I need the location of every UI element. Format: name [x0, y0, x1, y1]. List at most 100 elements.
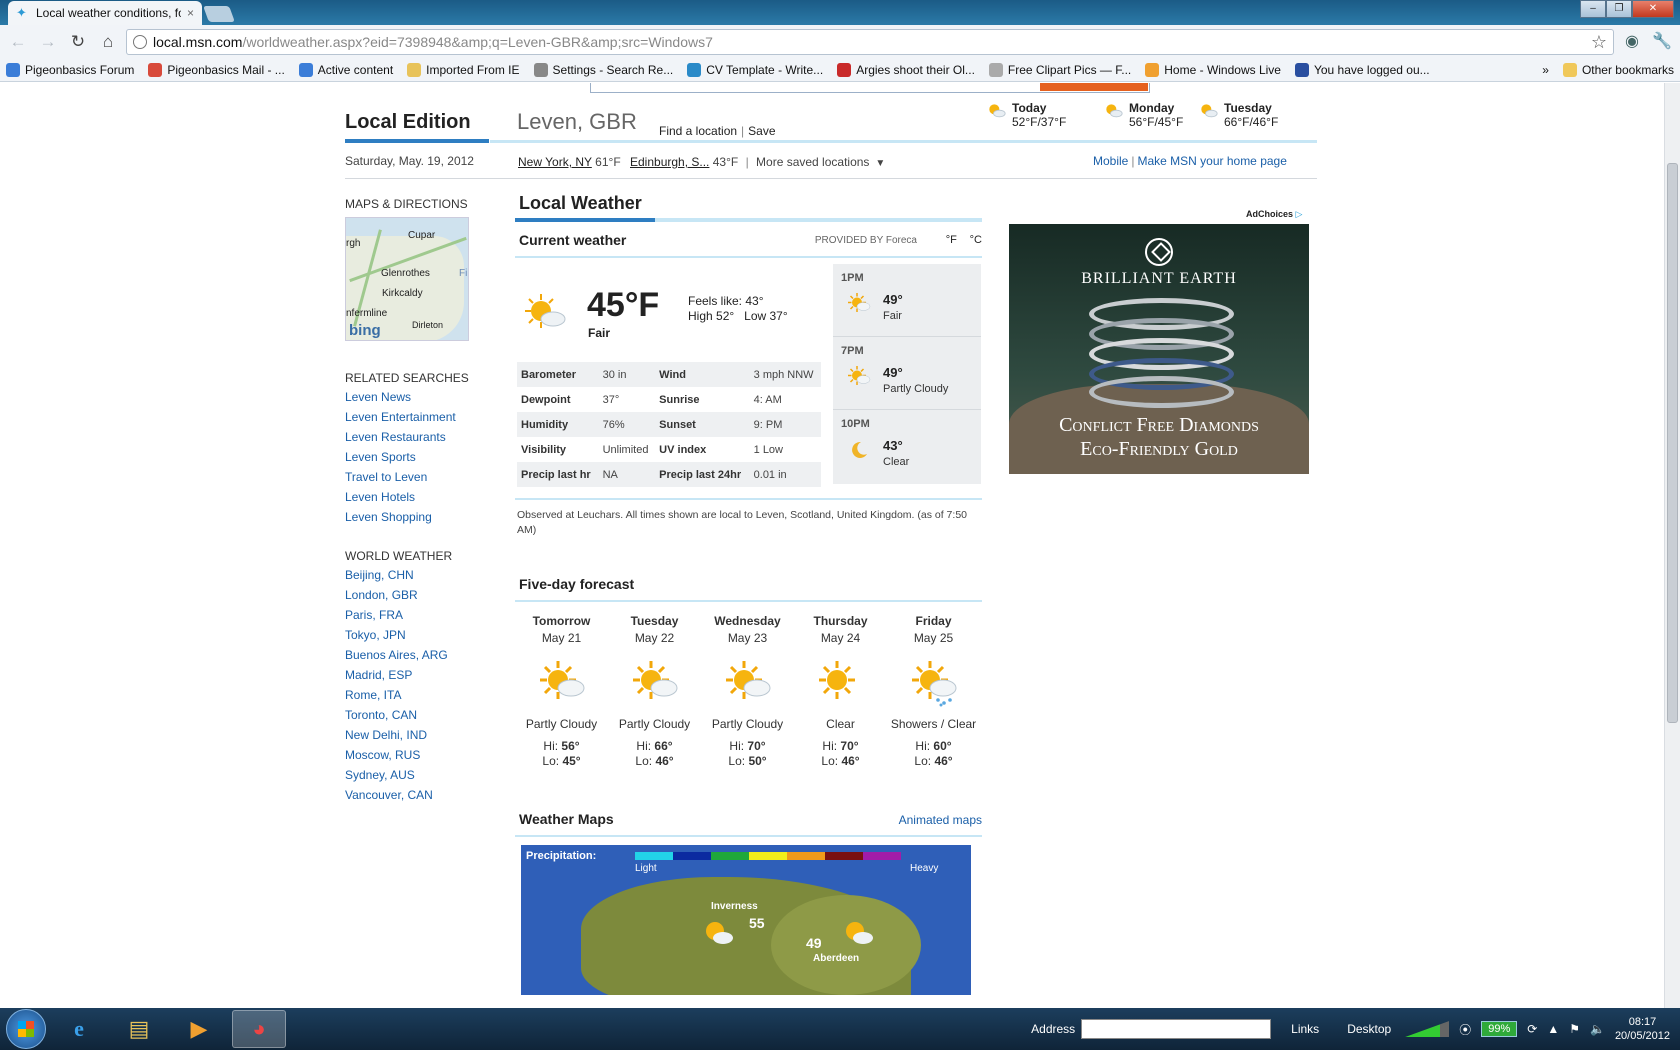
chevron-down-icon[interactable]: ▼: [875, 158, 885, 169]
bookmark-item[interactable]: You have logged ou...: [1294, 63, 1430, 77]
saved-location-link[interactable]: New York, NY: [518, 155, 592, 169]
world-weather-link[interactable]: Paris, FRA: [345, 605, 485, 625]
desktop-toolbar[interactable]: Desktop: [1347, 1022, 1391, 1036]
detail-value: Unlimited: [602, 443, 649, 456]
more-saved-locations[interactable]: More saved locations: [756, 155, 869, 169]
precipitation-map[interactable]: Precipitation: Light Heavy Inverness 55 …: [521, 845, 971, 995]
volume-icon[interactable]: 🔈: [1590, 1022, 1605, 1036]
forecast-lo: 46°: [934, 754, 953, 768]
back-icon[interactable]: ←: [6, 30, 30, 54]
animated-maps-link[interactable]: Animated maps: [899, 813, 982, 827]
bookmark-item[interactable]: Home - Windows Live: [1145, 63, 1281, 77]
unit-f-toggle[interactable]: °F: [946, 234, 957, 246]
forward-icon[interactable]: →: [36, 30, 60, 54]
bookmark-item[interactable]: Settings - Search Re...: [533, 63, 674, 77]
start-button[interactable]: [6, 1009, 46, 1049]
advertisement[interactable]: BRILLIANT EARTH Conflict Free Diamonds E…: [1009, 224, 1309, 474]
bookmark-star-icon[interactable]: ☆: [1591, 32, 1607, 53]
address-toolbar-input[interactable]: [1081, 1019, 1272, 1039]
mini-forecast-tuesday[interactable]: Tuesday 66°F/46°F: [1198, 101, 1278, 129]
forecast-day: Tuesday May 22 Partly Cloudy Hi: 66° Lo: 46°: [608, 614, 701, 769]
wireless-icon[interactable]: ⦿: [1459, 1021, 1471, 1038]
mini-map[interactable]: Cupar rgh Glenrothes Kirkcaldy nfermline…: [345, 217, 469, 341]
maximize-button[interactable]: ❐: [1606, 0, 1632, 18]
related-search-link[interactable]: Leven Hotels: [345, 487, 485, 507]
battery-indicator[interactable]: 99%: [1481, 1021, 1518, 1037]
tab-close-icon[interactable]: ×: [187, 6, 194, 20]
links-toolbar[interactable]: Links: [1291, 1022, 1319, 1036]
mini-forecast-monday[interactable]: Monday 56°F/45°F: [1103, 101, 1183, 129]
diamond-logo-icon: [1145, 238, 1173, 266]
related-search-link[interactable]: Leven Entertainment: [345, 407, 485, 427]
world-weather-link[interactable]: Vancouver, CAN: [345, 785, 485, 805]
bookmark-item[interactable]: Imported From IE: [407, 63, 520, 77]
save-link[interactable]: Save: [748, 124, 775, 138]
browser-toolbar: ← → ↻ ⌂ local.msn.com/worldweather.aspx?…: [0, 25, 1680, 59]
bookmark-item[interactable]: Active content: [298, 63, 393, 77]
world-weather-link[interactable]: Moscow, RUS: [345, 745, 485, 765]
world-weather-link[interactable]: Toronto, CAN: [345, 705, 485, 725]
related-search-link[interactable]: Leven Sports: [345, 447, 485, 467]
new-tab-button[interactable]: [203, 6, 235, 22]
reload-icon[interactable]: ↻: [66, 30, 90, 54]
internet-explorer-icon[interactable]: e: [52, 1010, 106, 1048]
related-search-link[interactable]: Leven News: [345, 387, 485, 407]
search-button[interactable]: [1040, 83, 1148, 91]
explorer-folder-icon[interactable]: ▤: [112, 1010, 166, 1048]
moon-icon: [852, 441, 867, 458]
home-icon[interactable]: ⌂: [96, 30, 120, 54]
sun-cloud-icon: [706, 922, 733, 944]
world-weather-link[interactable]: Madrid, ESP: [345, 665, 485, 685]
world-weather-link[interactable]: Beijing, CHN: [345, 565, 485, 585]
close-window-button[interactable]: ✕: [1632, 0, 1674, 18]
forecast-date: May 24: [820, 631, 861, 645]
sync-icon[interactable]: ⟳: [1527, 1022, 1537, 1036]
saved-location-link[interactable]: Edinburgh, S...: [630, 155, 709, 169]
bookmark-item[interactable]: CV Template - Write...: [687, 63, 823, 77]
world-weather-link[interactable]: Buenos Aires, ARG: [345, 645, 485, 665]
make-home-link[interactable]: Make MSN your home page: [1137, 154, 1286, 168]
precip-legend: [635, 852, 901, 860]
address-bar[interactable]: local.msn.com/worldweather.aspx?eid=7398…: [126, 29, 1614, 55]
bookmarks-more-icon[interactable]: »: [1542, 63, 1549, 77]
wrench-icon[interactable]: 🔧: [1650, 30, 1674, 54]
bookmark-label: Pigeonbasics Mail - ...: [167, 63, 285, 77]
bookmark-item[interactable]: Pigeonbasics Forum: [6, 63, 134, 77]
world-weather-link[interactable]: Tokyo, JPN: [345, 625, 485, 645]
other-bookmarks[interactable]: Other bookmarks: [1562, 63, 1674, 77]
related-search-link[interactable]: Travel to Leven: [345, 467, 485, 487]
five-day-forecast: Tomorrow May 21 Partly Cloudy Hi: 56° Lo: 45…: [515, 614, 982, 769]
world-weather-link[interactable]: Rome, ITA: [345, 685, 485, 705]
globe-icon[interactable]: ◉: [1620, 30, 1644, 54]
mobile-link[interactable]: Mobile: [1093, 154, 1128, 168]
maps-title: MAPS & DIRECTIONS: [345, 197, 468, 211]
mini-forecast-today[interactable]: Today 52°F/37°F: [986, 101, 1066, 129]
bookmark-item[interactable]: Free Clipart Pics — F...: [988, 63, 1131, 77]
related-search-link[interactable]: Leven Restaurants: [345, 427, 485, 447]
world-weather-link[interactable]: New Delhi, IND: [345, 725, 485, 745]
media-player-icon[interactable]: ▶: [172, 1010, 226, 1048]
clock[interactable]: 08:17 20/05/2012: [1615, 1015, 1670, 1043]
world-weather-link[interactable]: London, GBR: [345, 585, 485, 605]
page-scrollbar[interactable]: [1664, 83, 1680, 1008]
signal-strength-icon[interactable]: [1405, 1021, 1450, 1037]
unit-c-toggle[interactable]: °C: [970, 234, 982, 246]
related-search-link[interactable]: Leven Shopping: [345, 507, 485, 527]
scrollbar-thumb[interactable]: [1667, 163, 1678, 723]
chrome-icon[interactable]: ◕: [232, 1010, 286, 1048]
world-weather-link[interactable]: Sydney, AUS: [345, 765, 485, 785]
bookmark-item[interactable]: Pigeonbasics Mail - ...: [148, 63, 285, 77]
local-weather-title: Local Weather: [519, 193, 642, 213]
find-location-link[interactable]: Find a location: [659, 124, 737, 138]
adchoices[interactable]: AdChoices ▷: [1246, 209, 1302, 220]
flag-icon[interactable]: ⚑: [1569, 1022, 1580, 1036]
system-tray: ⦿ 99% ⟳ ▲ ⚑ 🔈 08:17 20/05/2012: [1405, 1015, 1670, 1043]
bookmark-label: Settings - Search Re...: [552, 63, 674, 77]
show-hidden-icons[interactable]: ▲: [1547, 1022, 1559, 1036]
rings-image: [1089, 298, 1234, 408]
minimize-button[interactable]: –: [1580, 0, 1606, 18]
section-line: [515, 256, 982, 258]
bookmark-item[interactable]: Argies shoot their Ol...: [837, 63, 975, 77]
browser-tab[interactable]: ✦ Local weather conditions, fo ×: [8, 1, 202, 25]
world-weather: Beijing, CHN London, GBR Paris, FRA Tokyo, …: [345, 565, 485, 805]
